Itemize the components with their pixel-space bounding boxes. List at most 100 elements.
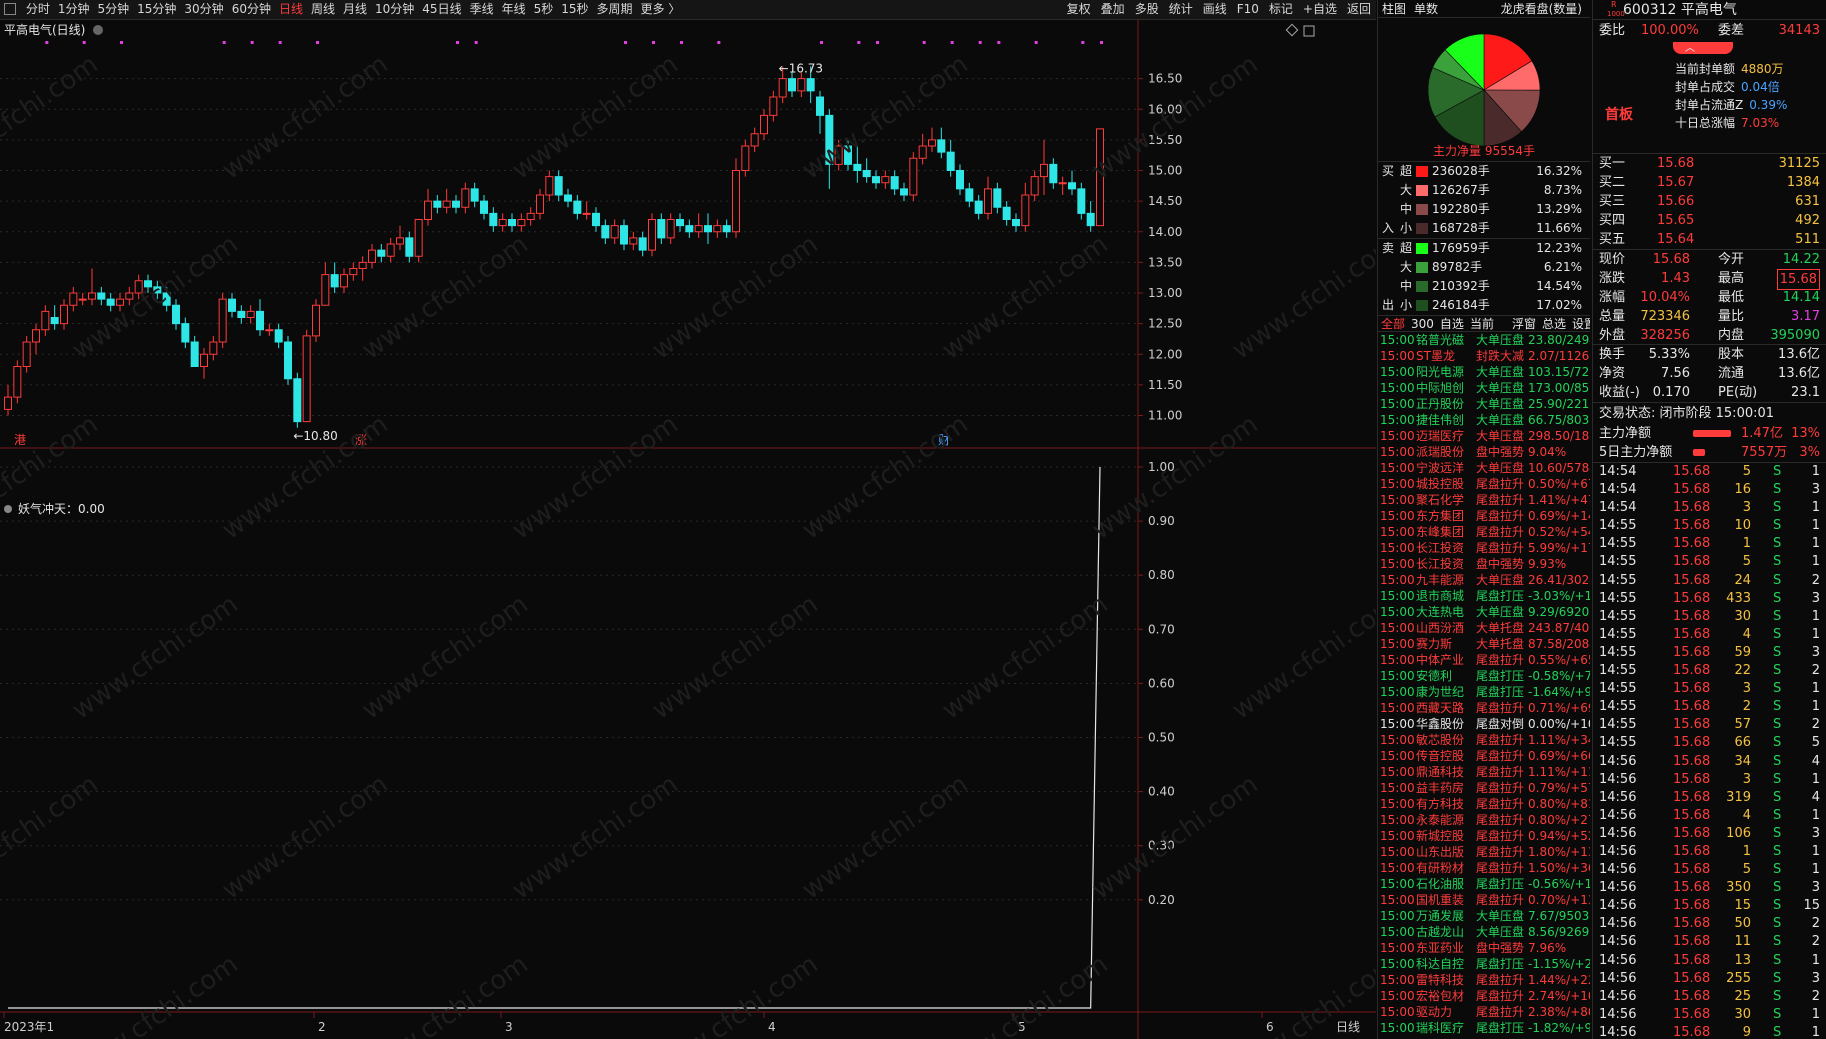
bid-row[interactable]: 买四 15.65 492: [1593, 211, 1826, 230]
candle-body[interactable]: [573, 200, 582, 214]
candle-body[interactable]: [4, 396, 12, 410]
candle-body[interactable]: [414, 219, 423, 257]
expand-icon[interactable]: [1303, 25, 1315, 37]
candle-body[interactable]: [293, 378, 302, 423]
list-tab[interactable]: 总选: [1539, 317, 1569, 331]
period-tab[interactable]: 周线: [307, 0, 339, 19]
candle-body[interactable]: [984, 188, 992, 214]
candle-body[interactable]: [106, 298, 115, 306]
list-item[interactable]: 15:00山东出版尾盘拉升1.80%/+136: [1378, 844, 1590, 860]
candle-body[interactable]: [638, 237, 647, 251]
candle-body[interactable]: [788, 78, 796, 92]
list-tab[interactable]: 当前: [1467, 317, 1497, 331]
list-item[interactable]: 15:00有研粉材尾盘拉升1.50%/+365: [1378, 860, 1590, 876]
candle-body[interactable]: [909, 157, 918, 196]
candle-body[interactable]: [181, 323, 190, 343]
settings-icon[interactable]: [93, 25, 103, 35]
candle-body[interactable]: [517, 219, 526, 227]
candle-body[interactable]: [330, 274, 339, 288]
list-item[interactable]: 15:00阳光电源大单压盘103.15/722: [1378, 364, 1590, 380]
candle-body[interactable]: [1068, 182, 1076, 190]
candle-body[interactable]: [209, 341, 218, 355]
candle-body[interactable]: [676, 219, 684, 227]
candle-body[interactable]: [498, 219, 507, 227]
candle-body[interactable]: [433, 200, 442, 208]
bid-row[interactable]: 买一 15.68 31125: [1593, 154, 1826, 173]
candle-body[interactable]: [545, 176, 554, 196]
period-tab[interactable]: 10分钟: [371, 0, 418, 19]
candle-body[interactable]: [97, 292, 106, 300]
list-item[interactable]: 15:00安德利 尾盘打压-0.58%/+72: [1378, 668, 1590, 684]
list-item[interactable]: 15:00迈瑞医疗大单压盘298.50/183: [1378, 428, 1590, 444]
stock-code-name[interactable]: 600312 平高电气: [1623, 0, 1737, 20]
candle-body[interactable]: [918, 145, 927, 159]
candle-body[interactable]: [601, 225, 610, 239]
bid-row[interactable]: 买五 15.64 511: [1593, 230, 1826, 249]
diamond-icon[interactable]: [1285, 23, 1299, 37]
list-tab[interactable]: 300: [1408, 317, 1437, 331]
candle-body[interactable]: [312, 304, 320, 337]
period-tab[interactable]: 分时: [22, 0, 54, 19]
list-item[interactable]: 15:00九丰能源大单压盘26.41/3024: [1378, 572, 1590, 588]
candle-body[interactable]: [722, 225, 731, 233]
list-item[interactable]: 15:00有方科技尾盘拉升0.80%/+812: [1378, 796, 1590, 812]
list-item[interactable]: 15:00国机重装尾盘拉升0.70%/+130: [1378, 892, 1590, 908]
list-item[interactable]: 15:00东方集团尾盘拉升0.69%/+143: [1378, 508, 1590, 524]
list-item[interactable]: 15:00驱动力 尾盘拉升2.38%/+800: [1378, 1004, 1590, 1020]
candle-body[interactable]: [993, 188, 1002, 208]
period-tab[interactable]: 1分钟: [54, 0, 94, 19]
candle-body[interactable]: [190, 341, 199, 367]
toolbar-button[interactable]: 多股: [1130, 0, 1164, 19]
candle-body[interactable]: [797, 78, 806, 92]
candle-body[interactable]: [349, 268, 358, 276]
candle-body[interactable]: [1012, 219, 1020, 227]
period-tab[interactable]: 60分钟: [228, 0, 275, 19]
list-item[interactable]: 15:00瑞科医疗尾盘打压-1.82%/+97: [1378, 1020, 1590, 1036]
candle-body[interactable]: [564, 194, 572, 202]
candle-body[interactable]: [274, 329, 283, 343]
candle-body[interactable]: [862, 170, 871, 178]
candle-body[interactable]: [489, 212, 498, 227]
list-item[interactable]: 15:00西藏天路尾盘拉升0.71%/+691: [1378, 700, 1590, 716]
candle-body[interactable]: [1040, 163, 1048, 178]
candle-body[interactable]: [956, 170, 964, 190]
candle-body[interactable]: [237, 310, 246, 318]
list-item[interactable]: 15:00敏芯股份尾盘拉升1.11%/+340: [1378, 732, 1590, 748]
candle-body[interactable]: [666, 219, 675, 239]
tab-count[interactable]: 单数: [1410, 2, 1442, 16]
candle-body[interactable]: [965, 188, 974, 202]
candle-body[interactable]: [732, 170, 740, 233]
candle-body[interactable]: [685, 225, 694, 233]
candle-body[interactable]: [386, 243, 395, 257]
chart-area[interactable]: 11.00 11.50 12.00 12.50 13.00 13.50 14.00 14.50…: [0, 20, 1376, 1039]
candle-body[interactable]: [946, 151, 955, 171]
candle-body[interactable]: [853, 163, 862, 171]
candle-body[interactable]: [461, 188, 470, 208]
tab-bar-chart[interactable]: 柱图: [1378, 2, 1410, 16]
list-item[interactable]: 15:00铭普光磁大单压盘23.80/2494: [1378, 332, 1590, 348]
list-item[interactable]: 15:00中际旭创大单压盘173.00/858: [1378, 380, 1590, 396]
indicator-toggle-icon[interactable]: [4, 505, 12, 513]
candle-body[interactable]: [265, 329, 274, 332]
list-item[interactable]: 15:00 东亚药业 盘中强势 7.96%: [1378, 940, 1590, 956]
candle-body[interactable]: [713, 225, 722, 233]
candle-body[interactable]: [50, 317, 59, 325]
candle-body[interactable]: [200, 353, 208, 367]
list-item[interactable]: 15:00山西汾酒大单托盘243.87/406: [1378, 620, 1590, 636]
candle-body[interactable]: [769, 96, 778, 116]
flow-title[interactable]: 龙虎看盘(数量): [1497, 0, 1586, 18]
candle-body[interactable]: [377, 249, 386, 257]
candle-body[interactable]: [592, 212, 600, 227]
list-item[interactable]: 15:00 古越龙山 大单压盘 8.56/9269: [1378, 924, 1590, 940]
candle-body[interactable]: [405, 237, 414, 257]
candle-body[interactable]: [452, 200, 460, 208]
toolbar-button[interactable]: 标记: [1264, 0, 1298, 19]
candle-body[interactable]: [928, 139, 936, 147]
list-item[interactable]: 15:00宁波远洋大单压盘10.60/5784: [1378, 460, 1590, 476]
list-tab[interactable]: 全部: [1378, 317, 1408, 331]
list-item[interactable]: 15:00雷特科技尾盘拉升1.44%/+223: [1378, 972, 1590, 988]
candle-body[interactable]: [1086, 212, 1095, 227]
list-item[interactable]: 15:00 派瑞股份 盘中强势 9.04%: [1378, 444, 1590, 460]
candle-body[interactable]: [22, 341, 31, 367]
candle-body[interactable]: [41, 310, 50, 331]
